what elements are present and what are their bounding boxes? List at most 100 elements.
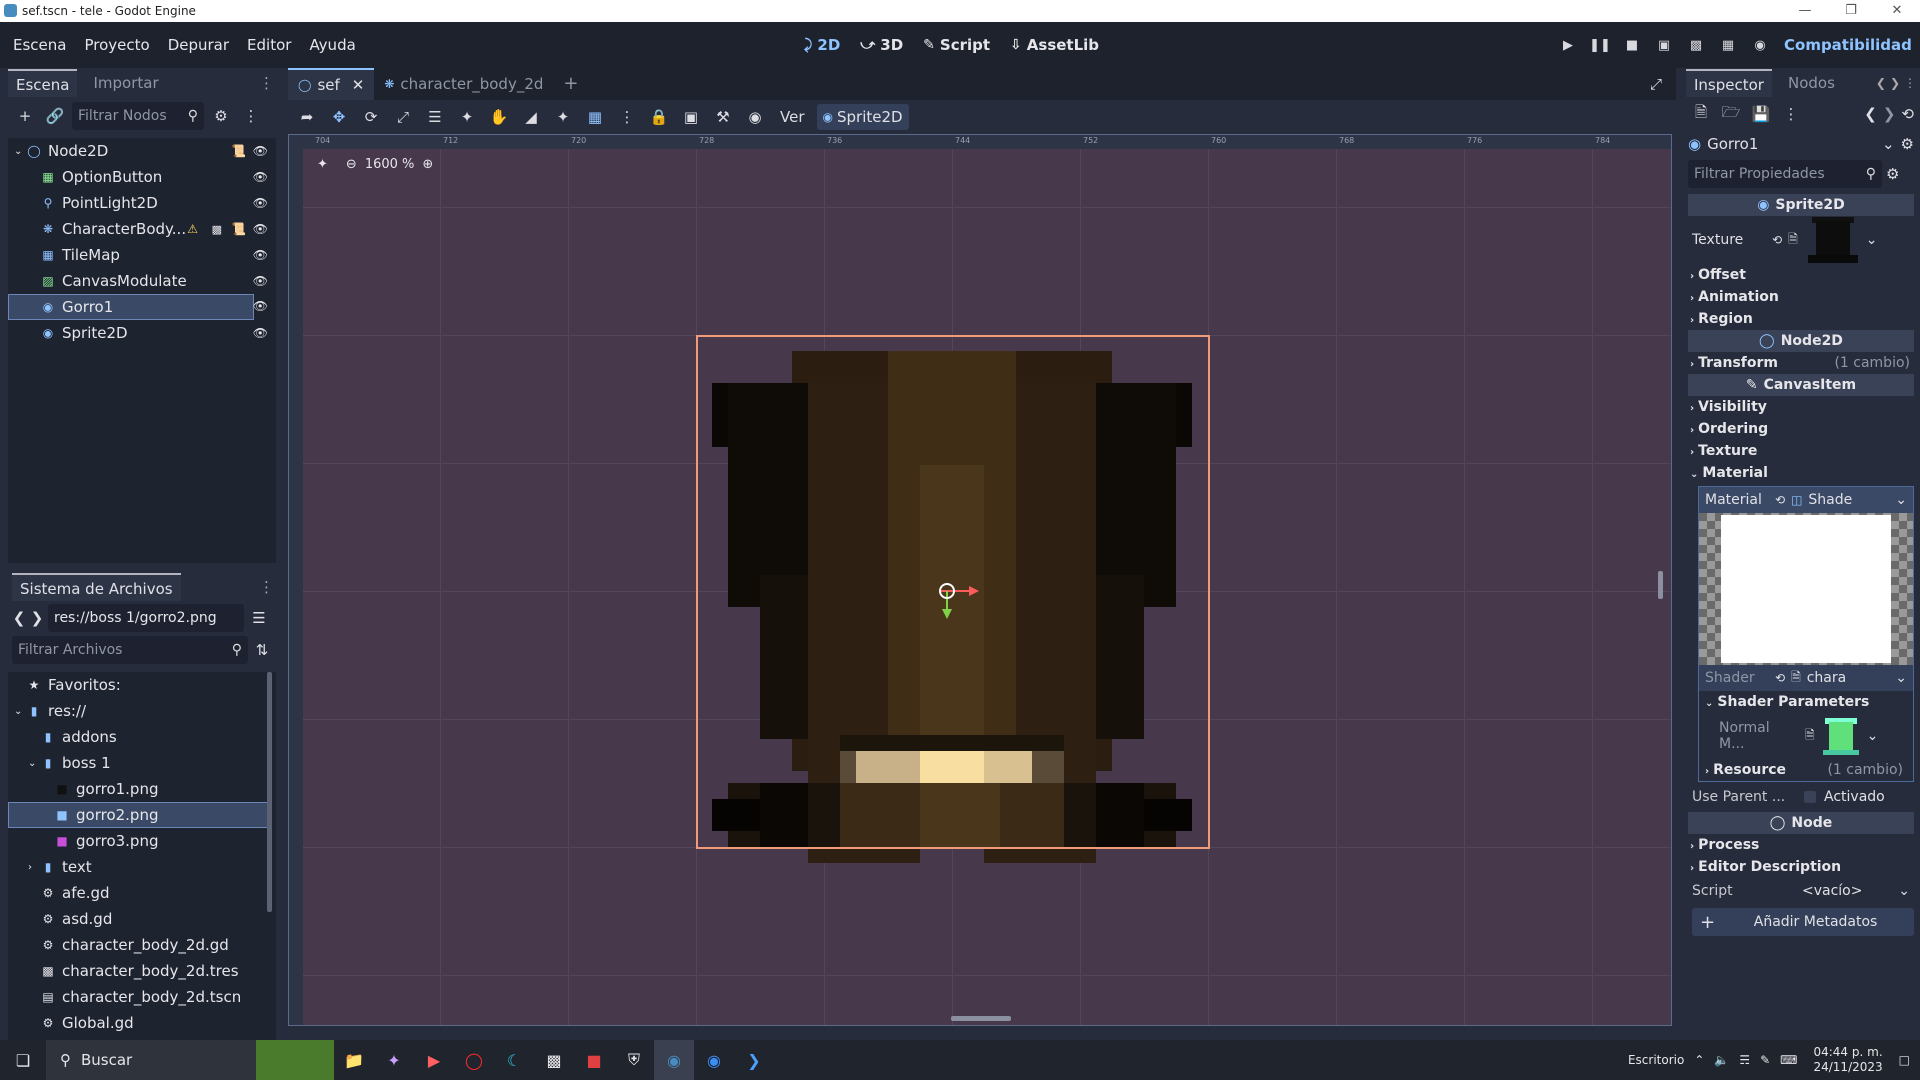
blue-app-icon[interactable]: ◉ xyxy=(694,1040,734,1080)
pause-icon[interactable]: ❚❚ xyxy=(1584,38,1616,53)
link-icon[interactable]: 🔗 xyxy=(42,103,68,129)
group-process[interactable]: › Process xyxy=(1682,834,1920,856)
group-region[interactable]: › Region xyxy=(1682,308,1920,330)
back-arrow-icon[interactable]: ❮ xyxy=(12,609,26,627)
material-value[interactable]: Shade xyxy=(1808,492,1852,508)
twitch-icon[interactable]: ▩ xyxy=(534,1040,574,1080)
workspace-assetlib-button[interactable]: ⇩ AssetLib xyxy=(1000,22,1109,68)
fs-row-text[interactable]: › ▮ text xyxy=(8,854,276,880)
tab-filesystem[interactable]: Sistema de Archivos xyxy=(12,573,181,601)
more-icon[interactable]: ⋮ xyxy=(1778,101,1804,127)
visibility-eye-icon[interactable]: 👁 xyxy=(253,144,268,158)
group-visibility[interactable]: › Visibility xyxy=(1682,396,1920,418)
more-icon[interactable]: ⋮ xyxy=(238,103,264,129)
godot-taskbar-icon[interactable]: ◉ xyxy=(654,1040,694,1080)
move-tool-icon[interactable]: ✥ xyxy=(326,104,352,130)
filter-nodes-input[interactable]: Filtrar Nodos ⚲ xyxy=(72,102,204,130)
taskbar-search[interactable]: ⚲ Buscar xyxy=(46,1040,256,1080)
visibility-eye-icon[interactable]: 👁 xyxy=(253,299,268,313)
fs-row-asd[interactable]: ⚙ asd.gd xyxy=(8,906,276,932)
object-selector[interactable]: Gorro1 ⌄ xyxy=(1707,135,1894,153)
chevron-down-icon[interactable]: ⌄ xyxy=(1895,492,1907,508)
network-icon[interactable]: ☴ xyxy=(1739,1053,1750,1067)
dock-menu-icon[interactable]: ⋮ xyxy=(1904,76,1916,90)
new-resource-icon[interactable]: 🗎 xyxy=(1688,101,1714,127)
windows-start-icon[interactable]: ❏ xyxy=(0,1040,46,1080)
dock-left-icon[interactable]: ❮ xyxy=(1876,76,1886,90)
shader-value[interactable]: chara xyxy=(1807,670,1846,686)
maximize-button[interactable]: ❐ xyxy=(1828,0,1874,22)
sprite2d-menu-button[interactable]: ◉ Sprite2D xyxy=(816,104,909,130)
group-editor-description[interactable]: › Editor Description xyxy=(1682,856,1920,878)
group-material[interactable]: ⌄ Material xyxy=(1682,462,1920,484)
instance-scene-icon[interactable]: ⚙ xyxy=(208,103,234,129)
select-tool-icon[interactable]: ➦ xyxy=(294,104,320,130)
fs-row-character-gd[interactable]: ⚙ character_body_2d.gd xyxy=(8,932,276,958)
menu-ayuda[interactable]: Ayuda xyxy=(300,22,364,68)
menu-editor[interactable]: Editor xyxy=(238,22,300,68)
media-player-icon[interactable]: ▶ xyxy=(414,1040,454,1080)
tree-row-node2d[interactable]: ⌄ ◯ Node2D 📜 👁 xyxy=(8,138,276,164)
scale-tool-icon[interactable]: ⤢ xyxy=(390,104,416,130)
fs-row-favorites[interactable]: ★ Favoritos: xyxy=(8,672,276,698)
tab-escena[interactable]: Escena xyxy=(8,69,78,97)
save-resource-icon[interactable]: 💾 xyxy=(1748,101,1774,127)
scene-tab-character-body[interactable]: ❋ character_body_2d xyxy=(374,68,553,100)
object-tools-icon[interactable]: ⚙ xyxy=(1901,135,1914,153)
fs-row-character-tscn[interactable]: ▤ character_body_2d.tscn xyxy=(8,984,276,1010)
tree-row-pointlight2d[interactable]: ⚲ PointLight2D 👁 xyxy=(8,190,276,216)
pen-icon[interactable]: ✎ xyxy=(1760,1053,1770,1067)
forward-arrow-icon[interactable]: ❯ xyxy=(30,609,44,627)
pivot-tool-icon[interactable]: ✦ xyxy=(454,104,480,130)
fs-row-global[interactable]: ⚙ Global.gd xyxy=(8,1010,276,1036)
tab-nodos[interactable]: Nodos xyxy=(1780,69,1843,97)
chevron-down-icon[interactable]: ⌄ xyxy=(1867,728,1879,744)
viewport-scrollbar-h[interactable] xyxy=(951,1016,1011,1021)
chevron-down-icon[interactable]: ⌄ xyxy=(1866,232,1878,248)
bone-icon[interactable]: ⚒ xyxy=(710,104,736,130)
distraction-free-icon[interactable]: ⤢ xyxy=(1650,75,1662,93)
workspace-script-button[interactable]: ✎ Script xyxy=(913,22,1000,68)
fs-row-gorro1[interactable]: ■ gorro1.png xyxy=(8,776,276,802)
transform-gizmo[interactable] xyxy=(939,583,999,623)
dock-right-icon[interactable]: ❯ xyxy=(1890,76,1900,90)
revert-icon[interactable]: ⟲ xyxy=(1772,233,1782,247)
news-widget-image[interactable] xyxy=(256,1040,334,1080)
ruler-top[interactable]: 704 712 720 728 736 744 752 760 768 776 … xyxy=(289,135,1671,149)
rotate-tool-icon[interactable]: ⟳ xyxy=(358,104,384,130)
fs-row-res[interactable]: ⌄ ▮ res:// xyxy=(8,698,276,724)
lock-icon[interactable]: 🔒 xyxy=(646,104,672,130)
history-icon[interactable]: ⟲ xyxy=(1901,105,1914,123)
chevron-up-icon[interactable]: ⌃ xyxy=(1694,1053,1704,1067)
tree-row-optionbutton[interactable]: ▦ OptionButton 👁 xyxy=(8,164,276,190)
visibility-eye-icon[interactable]: 👁 xyxy=(253,326,268,340)
add-scene-tab-button[interactable]: + xyxy=(553,68,588,100)
filter-files-input[interactable]: Filtrar Archivos ⚲ xyxy=(12,636,248,664)
dock-menu-icon[interactable]: ⋮ xyxy=(259,578,274,596)
chevron-down-icon[interactable]: ⌄ xyxy=(14,146,26,157)
renderer-select[interactable]: Compatibilidad ⌄ xyxy=(1784,22,1920,99)
group-ordering[interactable]: › Ordering xyxy=(1682,418,1920,440)
tree-row-gorro1[interactable]: ◉ Gorro1 xyxy=(8,294,254,320)
scene-tab-sef[interactable]: ◯ sef ✕ xyxy=(288,68,375,100)
script-icon[interactable]: 📜 xyxy=(231,222,246,236)
camera-override-icon[interactable]: ◉ xyxy=(742,104,768,130)
normal-map-preview[interactable] xyxy=(1821,716,1861,756)
close-tab-icon[interactable]: ✕ xyxy=(352,70,365,100)
group-resource[interactable]: › Resource (1 cambio) xyxy=(1699,759,1913,781)
zoom-out-icon[interactable]: ⊖ xyxy=(346,157,357,172)
add-metadata-button[interactable]: + Añadir Metadatos xyxy=(1692,908,1914,936)
zoom-level[interactable]: 1600 % xyxy=(365,157,415,172)
red-app-icon[interactable]: ■ xyxy=(574,1040,614,1080)
chevron-down-icon[interactable]: ⌄ xyxy=(14,706,26,717)
dock-menu-icon[interactable]: ⋮ xyxy=(259,74,274,92)
desktop-toolbar-label[interactable]: Escritorio xyxy=(1628,1053,1684,1067)
file-explorer-icon[interactable]: 📁 xyxy=(334,1040,374,1080)
history-forward-icon[interactable]: ❯ xyxy=(1883,105,1896,123)
snap-options-icon[interactable]: ⋮ xyxy=(614,104,640,130)
file-icon[interactable]: 🗎 xyxy=(1805,726,1815,747)
path-field[interactable]: res://boss 1/gorro2.png xyxy=(48,604,244,632)
pan-tool-icon[interactable]: ✋ xyxy=(486,104,512,130)
visibility-eye-icon[interactable]: 👁 xyxy=(253,274,268,288)
viewport-scrollbar-v[interactable] xyxy=(1658,571,1663,599)
